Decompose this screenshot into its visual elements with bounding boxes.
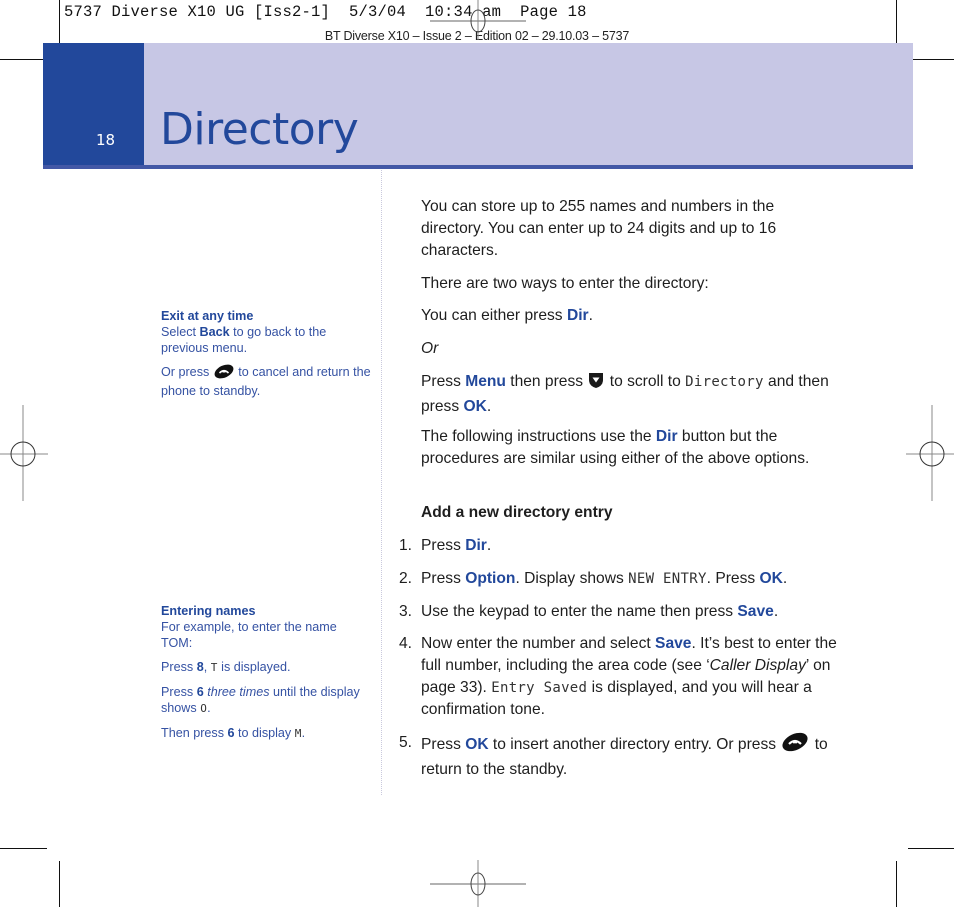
- text: .: [773, 603, 779, 620]
- text: . Display shows: [515, 570, 629, 587]
- step-number: 2.: [399, 570, 413, 587]
- key-label: 6: [227, 726, 235, 740]
- scroll-down-icon: [587, 371, 605, 396]
- menu-paragraph: Press Menu then press to scroll to Direc…: [421, 371, 841, 418]
- text: ,: [203, 660, 211, 674]
- sidebar-note-entering-names: Entering names For example, to enter the…: [161, 603, 371, 750]
- crop-mark: [0, 59, 47, 60]
- text: Or press: [161, 365, 213, 379]
- step-number: 4.: [399, 635, 413, 652]
- end-call-icon: [780, 732, 810, 759]
- dir-key-label: Dir: [655, 428, 678, 445]
- header-rule: [43, 165, 913, 169]
- text: Select: [161, 325, 200, 339]
- text: You can store up to 255 names and number…: [421, 198, 777, 259]
- intro-paragraph: You can store up to 255 names and number…: [421, 196, 841, 262]
- step-number: 5.: [399, 734, 413, 751]
- text: .: [486, 537, 492, 554]
- text: Press: [421, 736, 466, 753]
- option-key-label: Option: [465, 570, 516, 587]
- text: .: [207, 701, 211, 715]
- either-paragraph: You can either press Dir.: [421, 305, 841, 327]
- section-heading: Add a new directory entry: [421, 504, 613, 521]
- text: .: [588, 307, 593, 324]
- registration-mark-left: [0, 405, 48, 501]
- text: Press: [421, 570, 466, 587]
- text: You can either press: [421, 307, 567, 324]
- key-label: 6: [196, 685, 204, 699]
- column-divider: [381, 170, 382, 795]
- text: .: [782, 570, 788, 587]
- text: .: [486, 398, 492, 415]
- text: Press: [161, 660, 197, 674]
- note-heading: Exit at any time: [161, 309, 254, 323]
- note-text: For example, to enter the name TOM:: [161, 620, 337, 650]
- registration-mark-bottom: [430, 860, 526, 907]
- step-number: 1.: [399, 537, 413, 554]
- two-ways-paragraph: There are two ways to enter the director…: [421, 273, 841, 295]
- save-key-label: Save: [655, 635, 692, 652]
- note-text: Or press to cancel and return the phone …: [161, 364, 371, 399]
- text: Press: [161, 685, 197, 699]
- text: . Press: [706, 570, 760, 587]
- step-item: 5. Press OK to insert another directory …: [399, 732, 841, 781]
- display-text: Entry Saved: [491, 680, 588, 696]
- step-item: 3. Use the keypad to enter the name then…: [399, 601, 841, 623]
- save-key-label: Save: [737, 603, 774, 620]
- display-text: M: [294, 727, 302, 740]
- sidebar-note-exit: Exit at any time Select Back to go back …: [161, 308, 371, 407]
- crop-mark: [908, 848, 954, 849]
- display-text: Directory: [685, 374, 764, 390]
- text: There are two ways to enter the director…: [421, 275, 709, 292]
- end-call-icon: [213, 364, 235, 383]
- crop-mark: [896, 0, 897, 47]
- step-item: 1. Press Dir.: [399, 535, 841, 557]
- step-number: 3.: [399, 603, 413, 620]
- menu-key-label: Menu: [465, 373, 506, 390]
- crop-mark: [59, 0, 60, 47]
- display-text: NEW ENTRY: [628, 571, 707, 587]
- note-text: Press 8, T is displayed.: [161, 659, 371, 676]
- registration-mark-top: [430, 0, 526, 40]
- dir-key-label: Dir: [465, 537, 487, 554]
- page-number-block: [43, 43, 144, 165]
- note-text: Then press 6 to display M.: [161, 725, 371, 742]
- step-item: 4. Now enter the number and select Save.…: [399, 633, 841, 721]
- key-label: 8: [196, 660, 204, 674]
- ok-key-label: OK: [463, 398, 487, 415]
- crop-mark: [896, 861, 897, 907]
- text: is displayed.: [217, 660, 291, 674]
- back-key-label: Back: [199, 325, 230, 339]
- registration-mark-right: [906, 405, 954, 501]
- note-text: Press 6 three times until the display sh…: [161, 684, 371, 717]
- text: Use the keypad to enter the name then pr…: [421, 603, 738, 620]
- page-title: Directory: [160, 104, 359, 155]
- page-number: 18: [96, 131, 116, 149]
- display-text: T: [210, 661, 218, 674]
- or-paragraph: Or: [421, 338, 841, 360]
- note-text: Select Back to go back to the previous m…: [161, 324, 371, 356]
- step-item: 2. Press Option. Display shows NEW ENTRY…: [399, 568, 841, 590]
- ok-key-label: OK: [759, 570, 783, 587]
- text: Then press: [161, 726, 228, 740]
- text: to display: [234, 726, 295, 740]
- ok-key-label: OK: [465, 736, 489, 753]
- cross-reference: Caller Display: [709, 657, 806, 674]
- text: Press: [421, 373, 466, 390]
- text: .: [301, 726, 306, 740]
- text: Now enter the number and select: [421, 635, 656, 652]
- text: The following instructions use the: [421, 428, 656, 445]
- crop-mark: [0, 848, 47, 849]
- following-paragraph: The following instructions use the Dir b…: [421, 426, 841, 470]
- text: Press: [421, 537, 466, 554]
- text: Or: [421, 340, 439, 357]
- text: to insert another directory entry. Or pr…: [488, 736, 781, 753]
- text: to scroll to: [605, 373, 686, 390]
- crop-mark: [908, 59, 954, 60]
- emphasis: three times: [203, 685, 270, 699]
- dir-key-label: Dir: [566, 307, 589, 324]
- crop-mark: [59, 861, 60, 907]
- note-heading: Entering names: [161, 604, 256, 618]
- text: then press: [505, 373, 588, 390]
